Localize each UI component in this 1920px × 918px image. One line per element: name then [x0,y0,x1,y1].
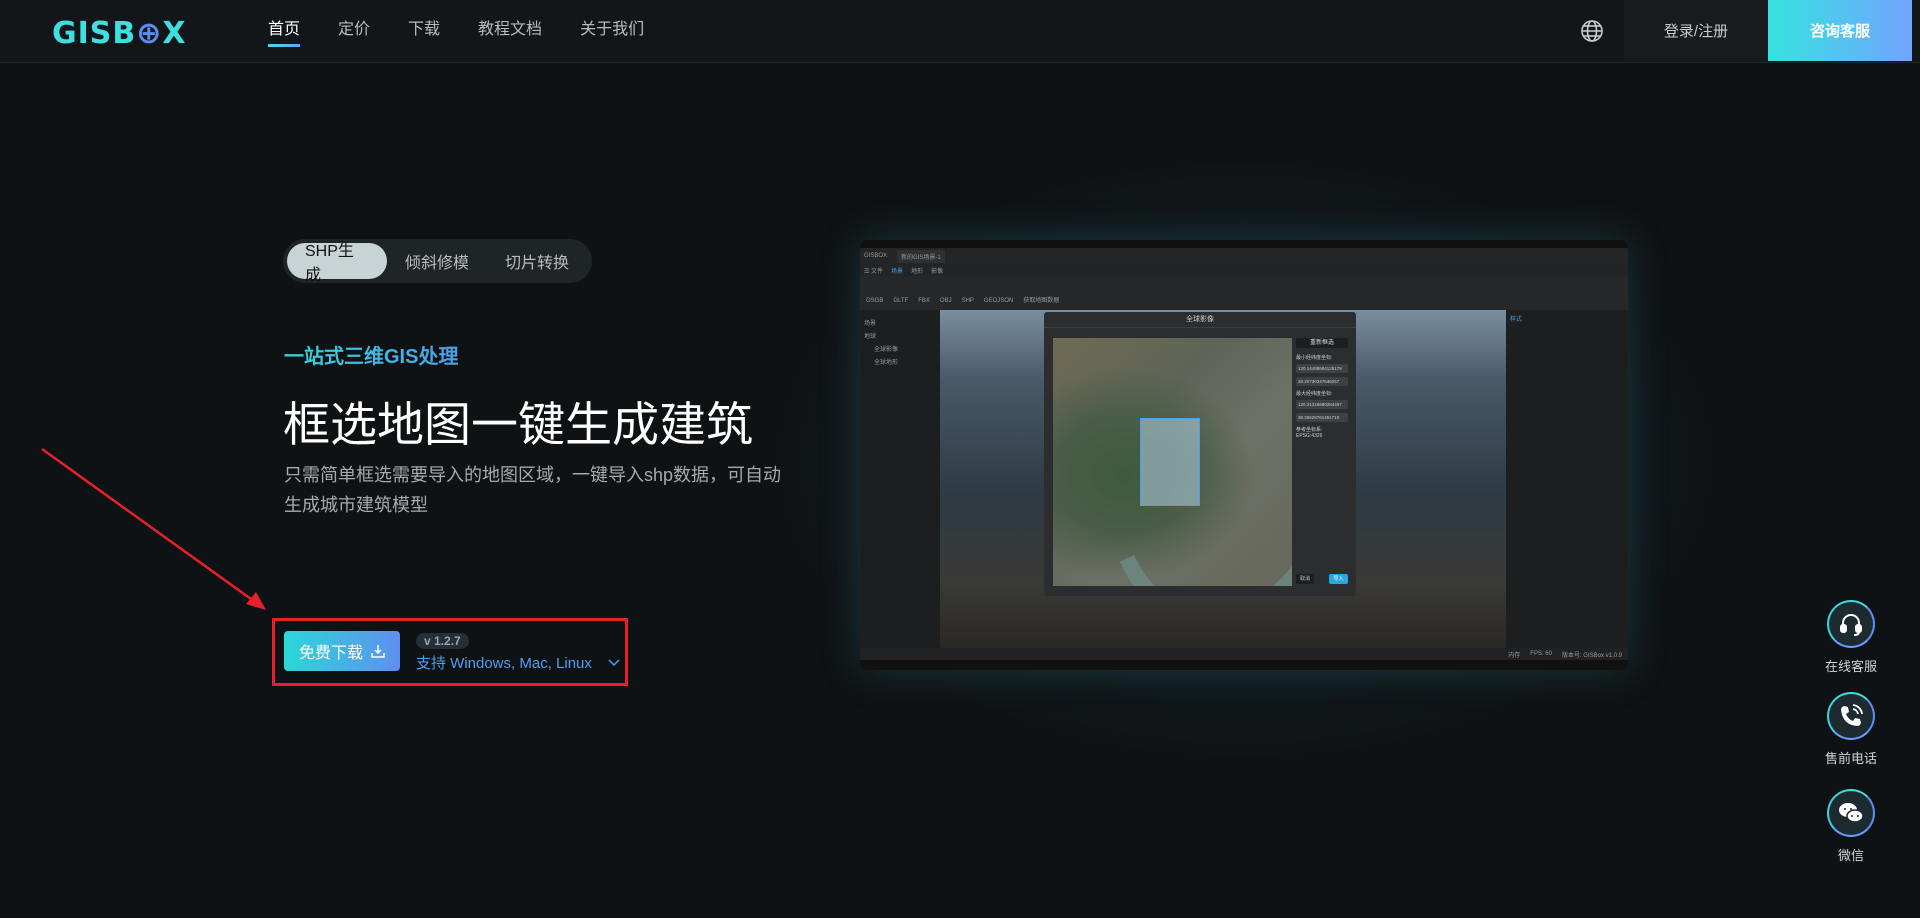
download-label: 免费下载 [298,645,363,662]
status-fps: FPS: 60 [1530,651,1552,657]
app-tool: FBX [918,298,930,304]
dialog-cancel: 取消 [1296,574,1314,584]
hero-description: 只需简单框选需要导入的地图区域，一键导入shp数据，可自动生成城市建筑模型 [284,465,782,515]
gisbox-logo[interactable]: GISB⊕X [52,16,187,51]
wechat-icon [1839,803,1864,823]
wechat-label: 微信 [1837,848,1864,863]
presales-phone-button[interactable]: 售前电话 [1811,692,1891,767]
app-menu-scene: 场景 [891,268,904,275]
app-tool: OBJ [939,298,952,304]
app-toolbar: OSGB GLTF FBX OBJ SHP GEOJSON 获取地图数据 [860,276,1628,310]
app-tool: 获取地图数据 [1023,298,1060,304]
hero-kicker: 一站式三维GIS处理 [284,340,458,369]
dialog-coords: 重新框选 最小经纬度坐标: 120.14488684125179 30.2073… [1296,338,1348,442]
min-lon: 120.14488684125179 [1296,364,1348,373]
app-style-tab: 样式 [1510,317,1523,323]
tab-shp[interactable]: SHP生成 [287,243,387,284]
main-nav: 首页 定价 下载 教程文档 关于我们 [268,19,682,47]
app-titlebar: GISBOX 新的GIS场景-1 [860,248,1628,264]
phone-icon [1841,704,1863,726]
nav-download[interactable]: 下载 [408,19,440,41]
presales-phone-label: 售前电话 [1824,751,1877,766]
dialog-title: 全球影像 [1044,312,1356,328]
app-menu-imagery: 影像 [931,268,944,275]
selection-box [1140,418,1200,506]
wechat-button[interactable]: 微信 [1811,789,1891,864]
min-lat: 30.20730347646257 [1296,377,1348,386]
nav-about[interactable]: 关于我们 [580,19,644,41]
reselect-button: 重新框选 [1296,338,1348,348]
consult-service-button[interactable]: 咨询客服 [1768,0,1912,61]
app-name: GISBOX [864,253,888,259]
app-sidebar: 场景 地球 全球影像 全球地形 [860,310,940,648]
headset-icon [1840,614,1862,636]
free-download-button[interactable]: 免费下载 [284,631,400,671]
max-lon: 120.21315880284487 [1296,400,1348,409]
app-tree-item: 场景 [864,321,877,327]
app-tool: SHP [961,298,974,304]
app-statusbar: 内存 FPS: 60 版本号: GISBox v1.0.9 [860,648,1628,660]
platform-support-text: 支持 Windows, Mac, Linux [416,655,592,672]
max-lat: 30.26628761491719 [1296,413,1348,422]
nav-home[interactable]: 首页 [268,19,301,47]
app-menu: ☰ 文件 场景 地形 影像 [860,264,1628,276]
platform-support-dropdown[interactable]: 支持 Windows, Mac, Linux [416,652,620,673]
app-doc-tab: 新的GIS场景-1 [897,249,945,263]
status-version: 版本号: GISBox v1.0.9 [1561,652,1622,659]
hero-title: 框选地图一键生成建筑 [283,398,753,451]
globe-icon[interactable] [1580,19,1604,43]
app-menu-file: ☰ 文件 [864,268,884,275]
app-menu-terrain: 地形 [911,268,924,275]
app-tool: GLTF [893,298,909,304]
top-header: GISB⊕X 首页 定价 下载 教程文档 关于我们 登录/注册 咨询客服 [0,0,1920,63]
nav-docs[interactable]: 教程文档 [478,19,542,41]
satellite-map [1053,338,1292,586]
nav-pricing[interactable]: 定价 [338,19,370,41]
crs-label: 参考坐标系: EPSG:4326 [1296,427,1323,439]
online-service-button[interactable]: 在线客服 [1811,600,1891,675]
app-tree-item: 地球 [864,334,877,340]
login-register-button[interactable]: 登录/注册 [1624,0,1768,61]
app-tool: OSGB [866,298,884,304]
feature-tabs: SHP生成 倾斜修模 切片转换 [283,239,592,284]
tab-oblique[interactable]: 倾斜修模 [387,243,487,279]
app-tree-item: 全球影像 [874,347,899,353]
app-right-panel: 样式 [1506,310,1628,648]
app-tool: GEOJSON [983,298,1014,304]
version-badge: v 1.2.7 [416,633,469,649]
app-preview-screenshot: GISBOX 新的GIS场景-1 ☰ 文件 场景 地形 影像 OSGB GLTF… [860,240,1628,670]
min-label: 最小经纬度坐标: [1296,355,1333,361]
status-memory: 内存 [1508,652,1521,659]
max-label: 最大经纬度坐标: [1296,391,1333,397]
download-icon [371,645,385,658]
dialog-import: 导入 [1329,574,1348,584]
app-tree-item: 全球地形 [874,360,899,366]
online-service-label: 在线客服 [1824,659,1877,674]
app-imagery-dialog: 全球影像 重新框选 最小经纬度坐标: 120.14488684125179 30… [1044,312,1356,596]
tab-tiles[interactable]: 切片转换 [487,243,587,279]
chevron-down-icon [608,658,620,666]
